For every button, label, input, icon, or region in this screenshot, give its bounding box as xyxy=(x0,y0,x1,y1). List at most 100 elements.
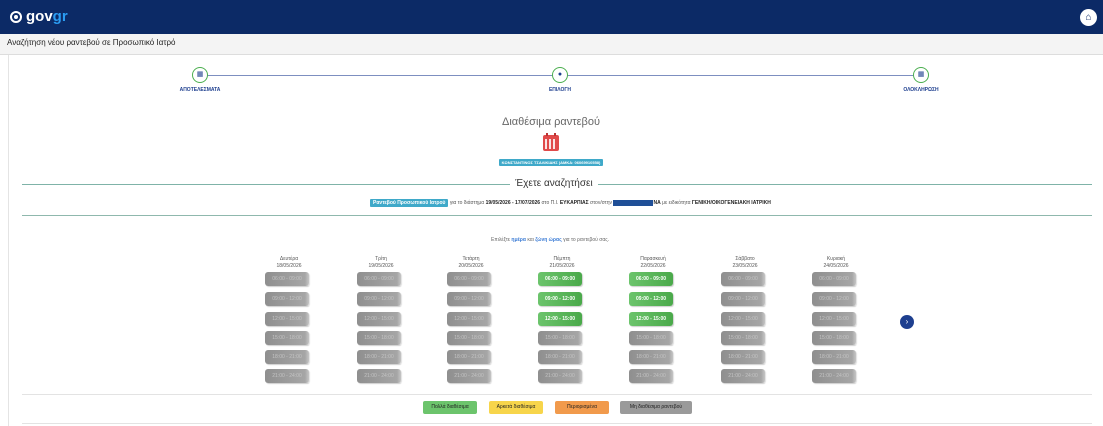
slot-fade xyxy=(305,272,317,286)
slot-fade xyxy=(397,369,409,383)
time-slot-button: 06:00 - 09:00 xyxy=(721,272,765,286)
time-slot-button: 09:00 - 12:00 xyxy=(812,292,856,306)
time-slot-button: 15:00 - 18:00 xyxy=(447,331,491,345)
slot-fade xyxy=(487,350,499,364)
search-summary: Ραντεβού Προσωπικού Ιατρού για το διάστη… xyxy=(370,199,771,207)
search-type-tag: Ραντεβού Προσωπικού Ιατρού xyxy=(370,199,449,207)
day-date: 21/05/2026 xyxy=(549,263,575,269)
time-slot-button: 18:00 - 21:00 xyxy=(629,350,673,364)
calendar-icon xyxy=(543,133,559,151)
day-header: Τρίτη 19/05/2026 xyxy=(351,256,411,270)
step-complete: ▦ xyxy=(913,67,929,83)
step-select: ● xyxy=(552,67,568,83)
slot-fade xyxy=(761,331,773,345)
doctor-badge: ΚΩΝΣΤΑΝΤΙΝΟΣ ΤΣΑΛΙΚΙΔΗΣ (ΑΜΚΑ: 060699105… xyxy=(499,159,603,166)
step-results: ▦ xyxy=(192,67,208,83)
day-name: Κυριακή xyxy=(826,256,846,262)
slot-fade xyxy=(487,272,499,286)
time-slot-button: 06:00 - 09:00 xyxy=(812,272,856,286)
slot-fade xyxy=(669,369,681,383)
step-label-results: ΑΠΟΤΕΛΕΣΜΑΤΑ xyxy=(179,87,221,93)
day-header: Παρασκευή 22/05/2026 xyxy=(623,256,683,270)
day-name: Παρασκευή xyxy=(640,256,666,262)
time-slot-button: 09:00 - 12:00 xyxy=(357,292,401,306)
time-slot-button: 21:00 - 24:00 xyxy=(812,369,856,383)
slot-fade xyxy=(397,292,409,306)
time-slot-button[interactable]: 12:00 - 15:00 xyxy=(629,312,673,326)
time-slot-button: 21:00 - 24:00 xyxy=(721,369,765,383)
slot-fade xyxy=(852,272,864,286)
logo-mark-icon xyxy=(10,10,22,23)
time-slot-button: 21:00 - 24:00 xyxy=(629,369,673,383)
check-icon: ▦ xyxy=(917,71,925,78)
day-date: 22/05/2026 xyxy=(640,263,666,269)
time-slot-button: 09:00 - 12:00 xyxy=(447,292,491,306)
slot-fade xyxy=(397,312,409,326)
slot-fade xyxy=(397,272,409,286)
day-header: Τετάρτη 20/05/2026 xyxy=(441,256,501,270)
slot-fade xyxy=(761,312,773,326)
legend-enough: Αρκετά διαθέσιμα xyxy=(489,401,543,414)
time-slot-button[interactable]: 09:00 - 12:00 xyxy=(538,292,582,306)
time-slot-button[interactable]: 09:00 - 12:00 xyxy=(629,292,673,306)
slot-fade xyxy=(397,350,409,364)
govgr-logo[interactable]: govgr xyxy=(10,8,68,25)
slot-fade xyxy=(578,369,590,383)
legend-many: Πολλά διαθέσιμα xyxy=(423,401,477,414)
time-slot-button[interactable]: 12:00 - 15:00 xyxy=(538,312,582,326)
divider-left xyxy=(22,184,510,185)
time-slot-button: 15:00 - 18:00 xyxy=(812,331,856,345)
available-title: Διαθέσιμα ραντεβού xyxy=(502,116,600,128)
slot-fade xyxy=(578,350,590,364)
slot-fade xyxy=(852,350,864,364)
chevron-right-icon[interactable]: › xyxy=(900,315,914,329)
slot-fade xyxy=(852,292,864,306)
day-date: 20/05/2026 xyxy=(458,263,484,269)
home-icon[interactable]: ⌂ xyxy=(1080,9,1097,26)
selection-hint: Επιλέξτε ημέρα και ζώνη ώρας για το ραντ… xyxy=(490,237,610,243)
step-label-complete: ΟΛΟΚΛΗΡΩΣΗ xyxy=(903,87,939,93)
time-slot-button: 21:00 - 24:00 xyxy=(538,369,582,383)
day-header: Δευτέρα 18/05/2026 xyxy=(259,256,319,270)
slot-fade xyxy=(852,369,864,383)
legend-limited: Περιορισμένα xyxy=(555,401,609,414)
day-date: 19/05/2026 xyxy=(368,263,394,269)
step-label-select: ΕΠΙΛΟΓΗ xyxy=(548,87,572,93)
slot-fade xyxy=(487,312,499,326)
day-date: 18/05/2026 xyxy=(276,263,302,269)
day-header: Κυριακή 24/05/2026 xyxy=(806,256,866,270)
time-slot-button: 12:00 - 15:00 xyxy=(357,312,401,326)
search-title: Έχετε αναζητήσει xyxy=(515,178,593,189)
slot-fade xyxy=(761,369,773,383)
day-name: Πέμπτη xyxy=(553,256,571,262)
time-slot-button: 06:00 - 09:00 xyxy=(265,272,309,286)
time-slot-button: 15:00 - 18:00 xyxy=(538,331,582,345)
time-slot-button: 21:00 - 24:00 xyxy=(447,369,491,383)
time-slot-button: 18:00 - 21:00 xyxy=(721,350,765,364)
time-slot-button: 15:00 - 18:00 xyxy=(357,331,401,345)
time-slot-button: 09:00 - 12:00 xyxy=(721,292,765,306)
select-icon: ● xyxy=(557,71,563,78)
logo-text: govgr xyxy=(26,8,68,25)
time-slot-button[interactable]: 06:00 - 09:00 xyxy=(629,272,673,286)
slot-fade xyxy=(761,272,773,286)
day-name: Τρίτη xyxy=(375,256,387,262)
time-slot-button: 15:00 - 18:00 xyxy=(629,331,673,345)
time-slot-button[interactable]: 06:00 - 09:00 xyxy=(538,272,582,286)
slot-fade xyxy=(852,331,864,345)
top-bar: govgr ⌂ xyxy=(0,0,1103,34)
day-date: 23/05/2026 xyxy=(732,263,758,269)
day-header: Πέμπτη 21/05/2026 xyxy=(532,256,592,270)
slot-fade xyxy=(487,369,499,383)
time-slot-button: 09:00 - 12:00 xyxy=(265,292,309,306)
slot-fade xyxy=(305,312,317,326)
time-slot-button: 18:00 - 21:00 xyxy=(357,350,401,364)
slot-fade xyxy=(669,331,681,345)
time-slot-button: 18:00 - 21:00 xyxy=(538,350,582,364)
slot-fade xyxy=(397,331,409,345)
time-slot-button: 21:00 - 24:00 xyxy=(357,369,401,383)
time-slot-button: 18:00 - 21:00 xyxy=(265,350,309,364)
time-slot-button: 18:00 - 21:00 xyxy=(812,350,856,364)
day-name: Τετάρτη xyxy=(462,256,480,262)
page-header: Αναζήτηση νέου ραντεβού σε Προσωπικό Ιατ… xyxy=(0,34,1103,55)
